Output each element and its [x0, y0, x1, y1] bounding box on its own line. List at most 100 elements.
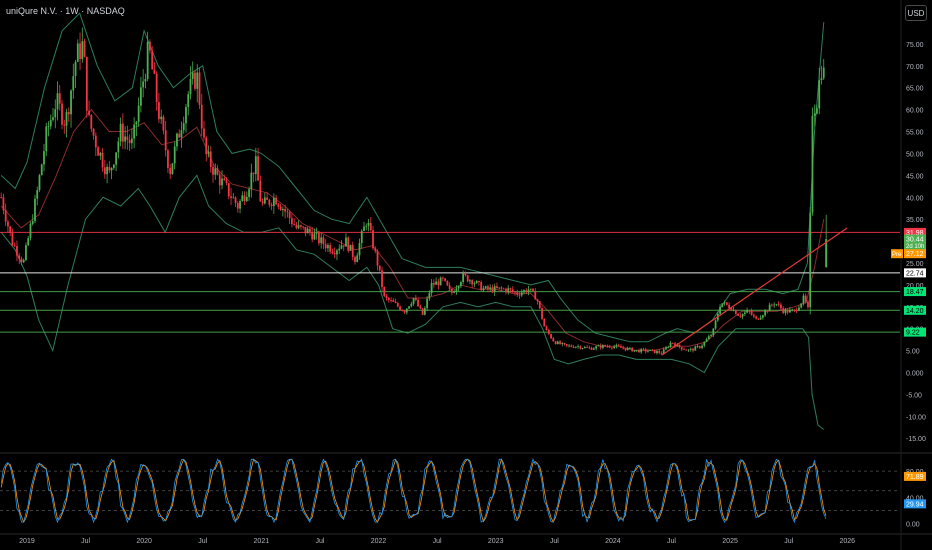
candle-body — [191, 72, 194, 80]
candle-body — [822, 67, 825, 79]
candle-body — [347, 237, 350, 251]
candle-body — [437, 281, 440, 286]
candle-body — [626, 347, 629, 351]
candle-body — [209, 151, 212, 167]
candle-body — [18, 255, 21, 259]
candle-body — [514, 291, 516, 293]
candle-body — [710, 335, 712, 337]
candle-body — [644, 349, 647, 352]
y-tick-label: 70.00 — [906, 64, 924, 71]
candle-body — [719, 306, 721, 314]
candle-body — [446, 280, 449, 286]
candle-body — [759, 317, 762, 320]
candle-body — [638, 349, 640, 353]
price-chart[interactable]: 75.00 70.00 65.00 60.00 55.00 50.00 45.00 40.00… — [0, 0, 932, 550]
candle-body — [552, 338, 555, 342]
candle-body — [252, 172, 255, 174]
y-tick-label: 40.00 — [906, 195, 924, 202]
candle-body — [9, 226, 12, 233]
candle-body — [629, 347, 631, 349]
y-tick-label: 75.00 — [906, 42, 924, 49]
candle-body — [610, 347, 613, 349]
candle-body — [732, 309, 735, 311]
candle-body — [83, 41, 86, 57]
y-tick-label: -10.00 — [906, 414, 926, 421]
candle-body — [45, 126, 48, 152]
candle-body — [489, 287, 492, 290]
candle-body — [597, 345, 600, 347]
candle-body — [466, 275, 469, 282]
candle-body — [383, 287, 386, 296]
candle-body — [236, 203, 239, 209]
candle-body — [300, 225, 302, 227]
candle-body — [92, 128, 95, 136]
candle-body — [356, 255, 359, 263]
candle-body — [752, 314, 755, 317]
candle-body — [714, 320, 717, 329]
candle-body — [527, 289, 530, 293]
candle-body — [135, 121, 138, 125]
last-price-badge-label: 30.44 — [906, 237, 924, 244]
candle-body — [671, 342, 674, 344]
candle-body — [99, 152, 102, 156]
pre-price-badge-label: 27.12 — [906, 251, 924, 258]
candle-body — [49, 119, 52, 127]
level-badge-green-label: 14.20 — [906, 308, 924, 315]
x-tick-label: Jul — [667, 538, 676, 545]
candle-body — [239, 200, 241, 209]
candle-body — [124, 136, 127, 142]
candle-body — [27, 238, 30, 246]
candle-body — [426, 298, 429, 309]
candle-body — [419, 306, 422, 309]
candle-body — [432, 282, 435, 285]
level-badge-green-label: 9.22 — [906, 330, 920, 337]
candle-body — [119, 123, 122, 142]
candle-body — [160, 116, 163, 120]
candle-body — [703, 341, 706, 346]
x-tick-label: 2024 — [605, 538, 621, 545]
y-tick-label: -15.00 — [906, 436, 926, 443]
candle-body — [412, 298, 415, 304]
candle-body — [565, 344, 568, 346]
candle-body — [263, 197, 266, 204]
candle-body — [354, 256, 356, 263]
candle-body — [777, 304, 780, 305]
candle-body — [658, 351, 661, 353]
candle-body — [563, 343, 566, 345]
candle-body — [786, 309, 789, 313]
candle-body — [351, 244, 354, 257]
bb-basis — [0, 108, 825, 352]
level-badge-white-label: 22.74 — [906, 270, 924, 277]
candle-body — [176, 133, 178, 147]
candle-body — [22, 259, 25, 263]
candle-body — [25, 245, 27, 260]
candle-body — [360, 231, 363, 244]
x-tick-label: Jul — [315, 538, 324, 545]
candle-body — [615, 345, 618, 347]
candle-body — [579, 346, 582, 349]
candle-body — [288, 212, 291, 219]
candle-body — [331, 251, 334, 254]
candle-body — [227, 183, 230, 197]
y-tick-label: 55.00 — [906, 130, 924, 137]
candle-body — [327, 245, 329, 249]
candle-body — [180, 130, 183, 138]
x-tick-label: 2023 — [488, 538, 504, 545]
y-tick-label: 65.00 — [906, 86, 924, 93]
candle-body — [748, 310, 751, 312]
x-tick-label: 2025 — [722, 538, 738, 545]
candle-body — [464, 273, 467, 276]
candle-body — [164, 130, 167, 151]
candle-body — [473, 283, 476, 285]
candle-body — [7, 221, 9, 227]
candle-body — [480, 282, 483, 291]
candle-body — [38, 175, 41, 191]
candle-body — [302, 226, 305, 228]
candle-body — [441, 277, 444, 279]
currency-button[interactable]: USD — [905, 5, 927, 21]
candle-body — [198, 72, 201, 105]
candle-body — [112, 164, 115, 169]
bb-upper-band — [0, 12, 825, 343]
candle-body — [757, 318, 760, 320]
candle-body — [349, 244, 352, 251]
